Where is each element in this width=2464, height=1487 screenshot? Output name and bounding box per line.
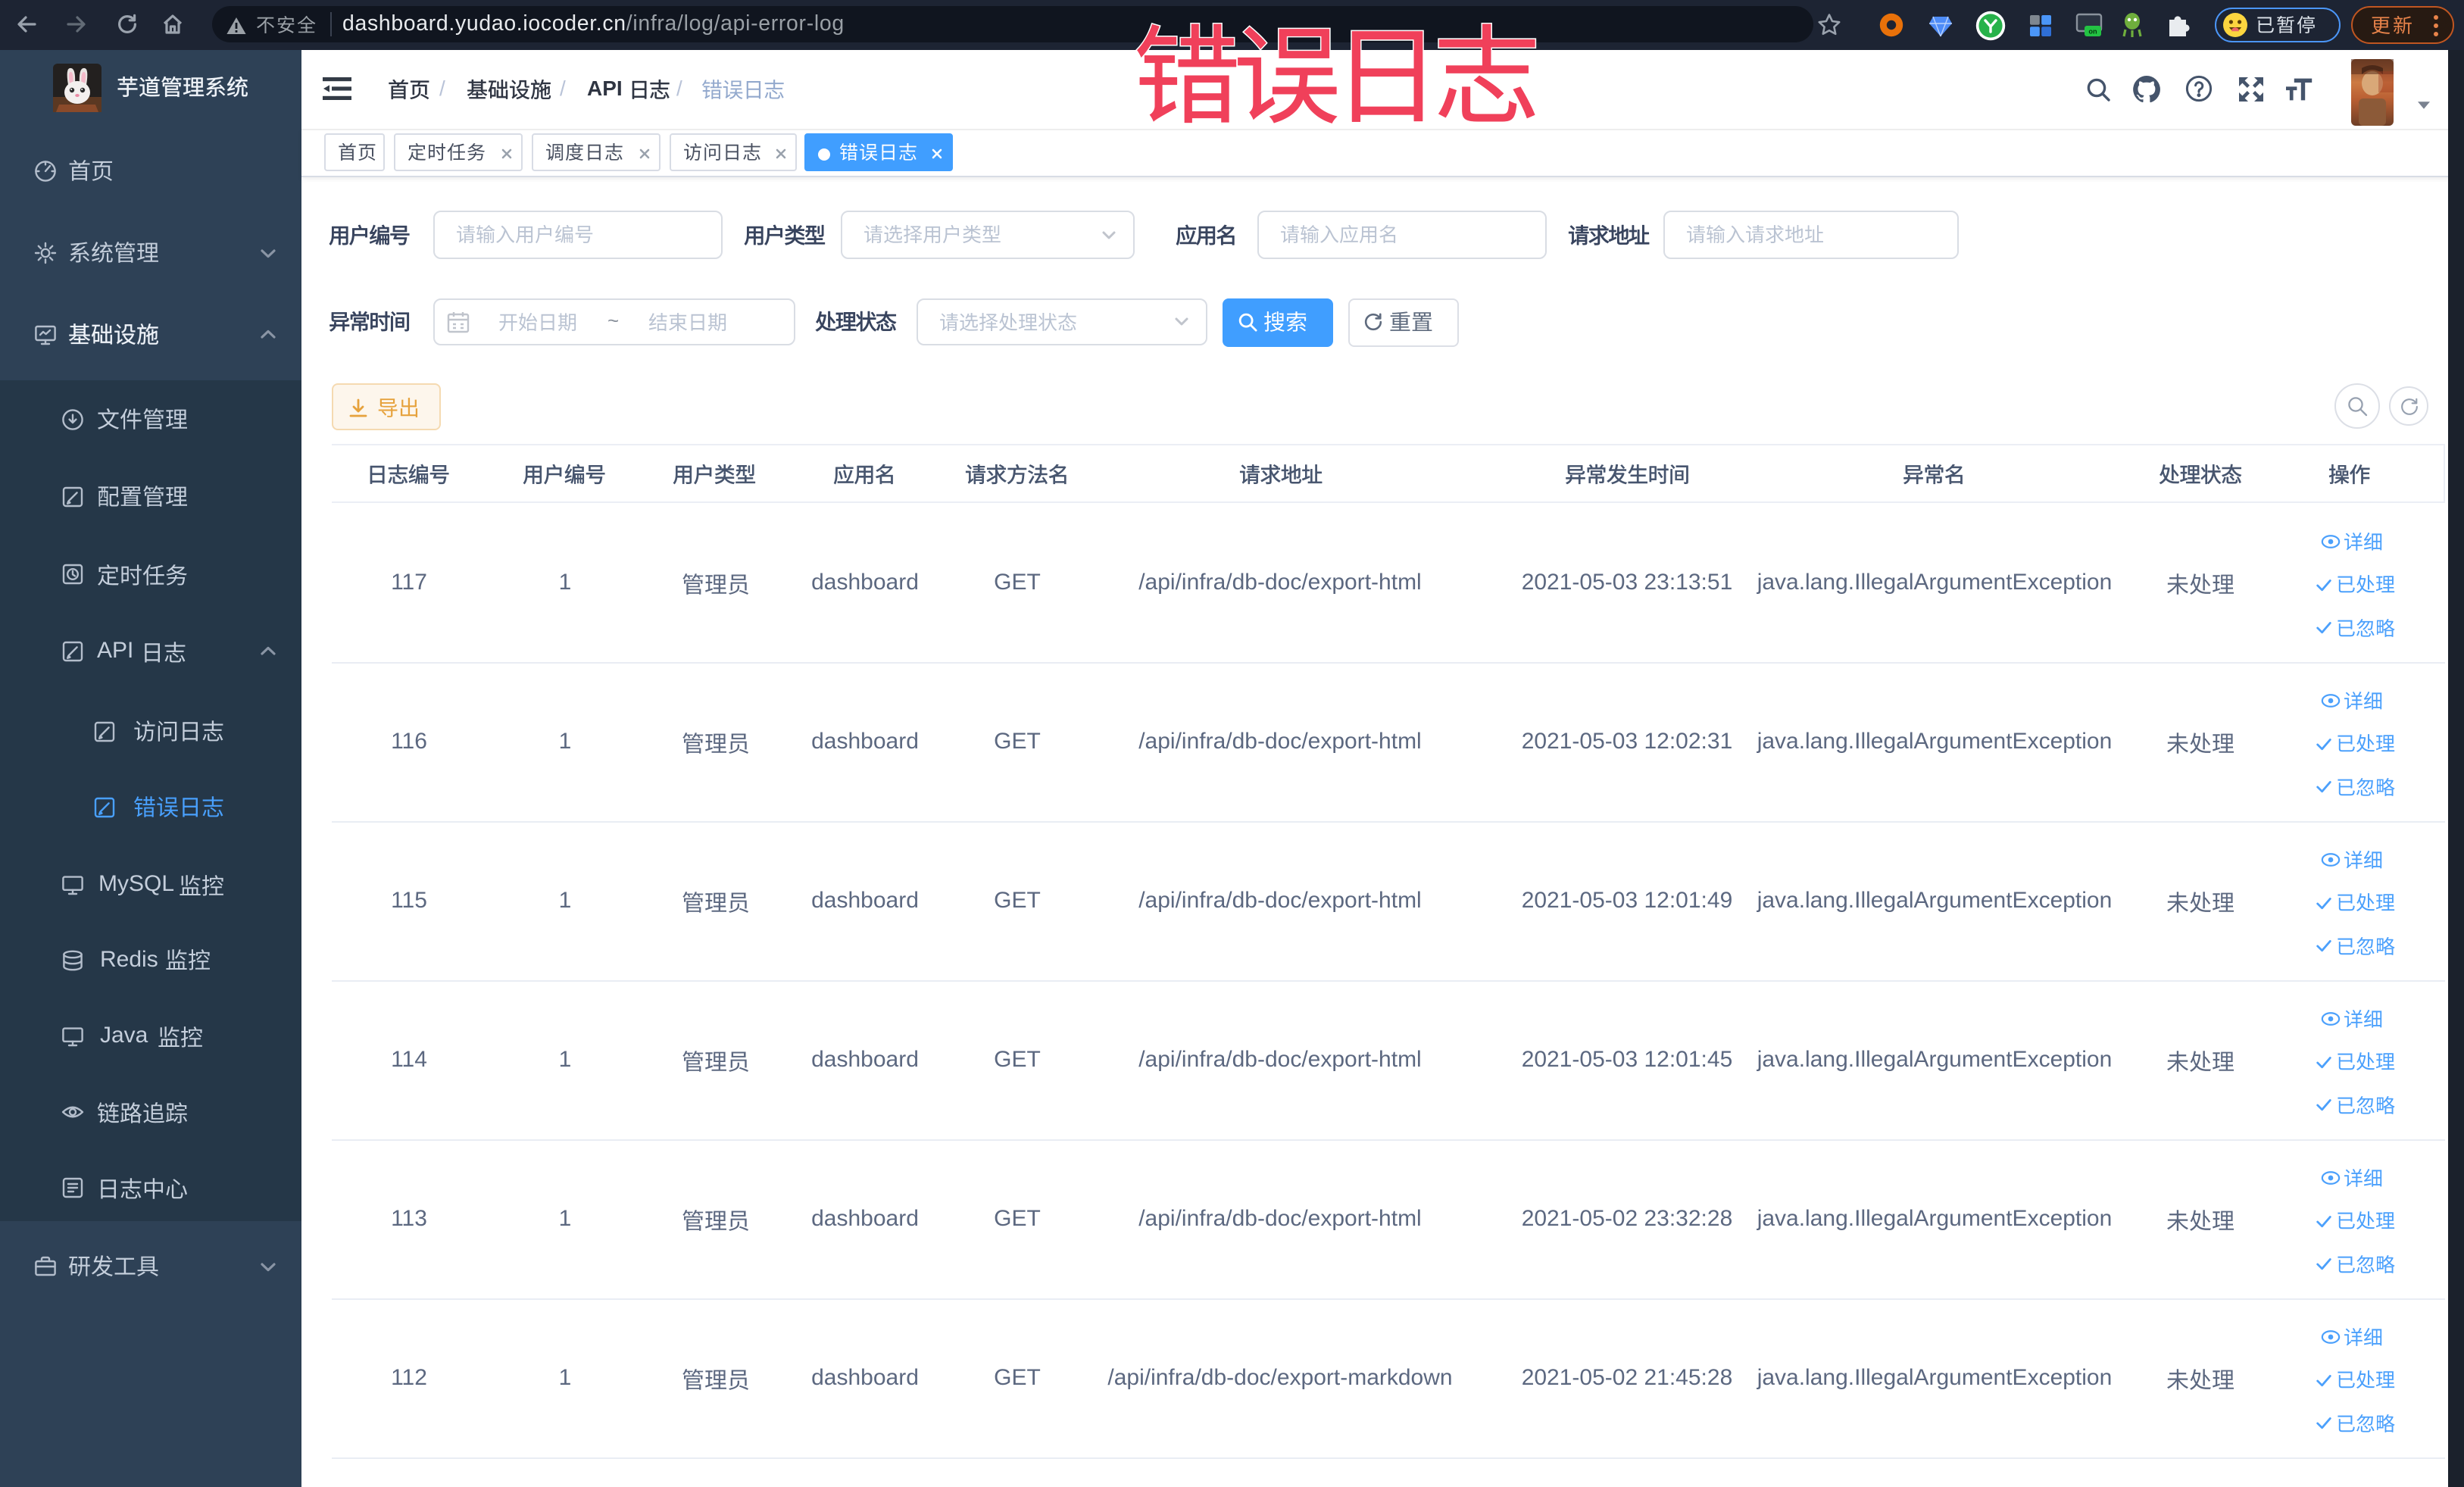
svg-text:on: on — [2088, 27, 2097, 35]
